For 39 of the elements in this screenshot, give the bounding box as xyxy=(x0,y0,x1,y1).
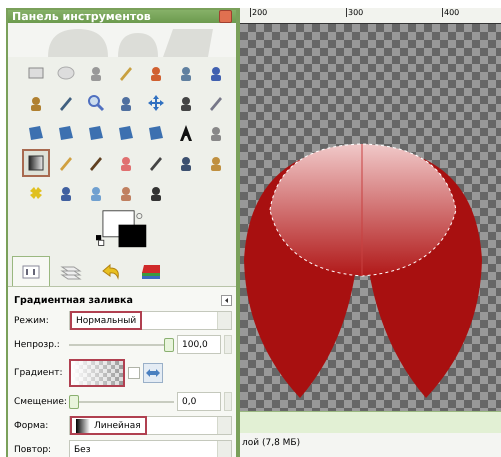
window-title: Панель инструментов xyxy=(12,10,151,23)
field-label: Форма: xyxy=(14,420,50,430)
field-label: Режим: xyxy=(14,316,50,326)
slider[interactable] xyxy=(69,394,174,408)
slider[interactable] xyxy=(69,338,174,352)
dropdown[interactable]: Линейная xyxy=(69,416,232,435)
swap-arrows-icon xyxy=(145,368,161,378)
swap-button[interactable] xyxy=(143,363,163,383)
field-label: Смещение: xyxy=(14,396,66,406)
dropdown-value: Без xyxy=(74,444,90,454)
magnifier-icon xyxy=(86,93,106,113)
undo-arrow-icon xyxy=(100,262,122,280)
close-button[interactable] xyxy=(219,10,232,23)
reverse-checkbox[interactable] xyxy=(128,367,140,379)
slider-thumb[interactable] xyxy=(164,338,174,352)
dropdown[interactable]: Без xyxy=(69,440,232,457)
dropdown-value: Нормальный xyxy=(76,316,136,326)
gradient-icon xyxy=(26,153,46,173)
ruler-label: 300 xyxy=(346,8,364,17)
number-field[interactable]: 100,0 xyxy=(177,335,221,354)
fg-bg-colors-icon xyxy=(96,209,148,249)
gradient-swatch-icon xyxy=(76,418,90,432)
field-label: Повтор: xyxy=(14,444,52,454)
move-arrows-icon xyxy=(146,93,166,113)
dropdown[interactable]: Нормальный xyxy=(69,311,232,330)
tool-button[interactable] xyxy=(22,149,50,177)
options-title: Градиентная заливка xyxy=(14,294,133,306)
field-label: Непрозр.: xyxy=(14,340,61,350)
ruler-label: 400 xyxy=(442,8,460,17)
number-field[interactable]: 0,0 xyxy=(177,392,221,411)
slider-thumb[interactable] xyxy=(69,394,79,408)
ruler-label: 200 xyxy=(250,8,268,17)
gradient-preview[interactable] xyxy=(69,359,125,387)
dropdown-value: Линейная xyxy=(94,420,141,430)
status-text: лой (7,8 МБ) xyxy=(240,433,501,457)
color-layers-icon xyxy=(140,262,162,280)
field-label: Градиент: xyxy=(14,368,64,378)
tool-options-icon xyxy=(22,264,40,278)
dock-tab[interactable] xyxy=(12,256,50,286)
